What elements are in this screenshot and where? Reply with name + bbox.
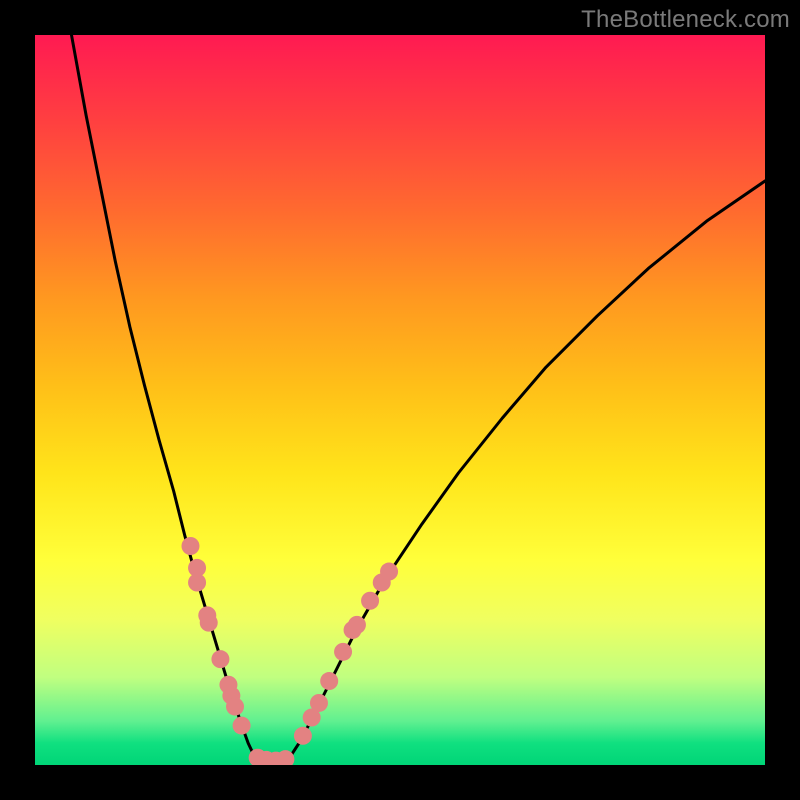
marker-point xyxy=(188,574,206,592)
watermark-text: TheBottleneck.com xyxy=(581,6,790,34)
marker-point xyxy=(361,592,379,610)
marker-point xyxy=(294,727,312,745)
marker-point xyxy=(380,563,398,581)
curve-lines xyxy=(72,35,766,761)
curve-right-curve xyxy=(291,181,766,756)
chart-overlay xyxy=(35,35,765,765)
data-markers xyxy=(181,537,398,765)
marker-point xyxy=(200,614,218,632)
marker-point xyxy=(348,616,366,634)
marker-point xyxy=(181,537,199,555)
marker-point xyxy=(233,717,251,735)
marker-point xyxy=(320,672,338,690)
marker-point xyxy=(226,698,244,716)
curve-left-curve xyxy=(72,35,255,756)
marker-point xyxy=(334,643,352,661)
chart-frame: TheBottleneck.com xyxy=(0,0,800,800)
marker-point xyxy=(211,650,229,668)
marker-point xyxy=(310,694,328,712)
